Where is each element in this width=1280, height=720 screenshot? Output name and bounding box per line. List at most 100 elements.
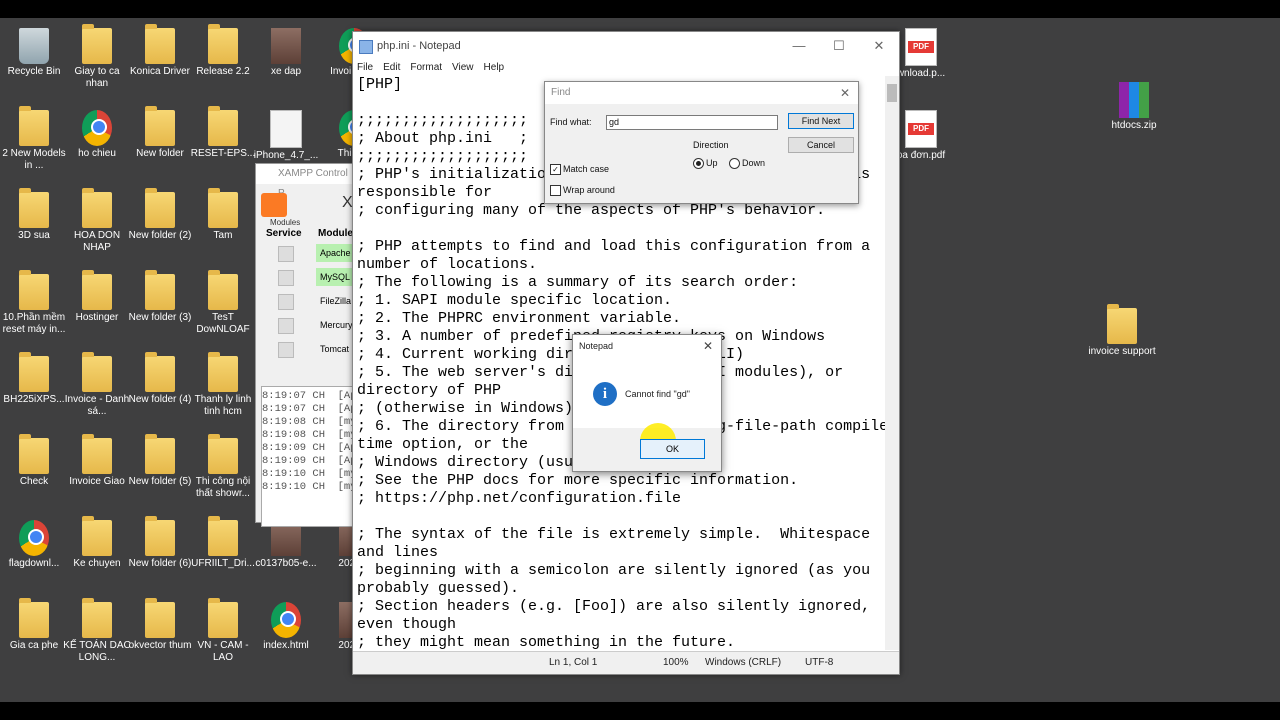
text-line: [357, 508, 889, 526]
menu-help[interactable]: Help: [484, 62, 505, 73]
desktop-icon[interactable]: c0137b05-e...: [252, 520, 320, 570]
desktop-icon[interactable]: 3D sua: [0, 188, 68, 242]
find-dialog[interactable]: Find ✕ Find what: gd Find Next Cancel Di…: [544, 81, 859, 204]
message-titlebar[interactable]: Notepad ✕: [573, 335, 721, 357]
desktop-icon-label: UFRIILT_Dri...: [191, 558, 255, 569]
desktop-icon[interactable]: BH225iXPS...: [0, 352, 68, 406]
service-header: Service: [266, 228, 302, 239]
text-line: ; beginning with a semicolon are silentl…: [357, 562, 871, 579]
desktop-icon[interactable]: invoice support: [1088, 304, 1156, 358]
desktop-icon[interactable]: iPhone_4.7_...: [252, 110, 320, 162]
service-checkbox[interactable]: [278, 318, 294, 334]
menu-edit[interactable]: Edit: [383, 62, 400, 73]
service-checkbox[interactable]: [278, 270, 294, 286]
desktop-icon[interactable]: index.html: [252, 602, 320, 652]
desktop-icon[interactable]: TesT DowNLOAF: [189, 270, 257, 336]
desktop-icon[interactable]: New folder: [126, 106, 194, 160]
modules-label: Modules: [270, 218, 301, 227]
folder-icon: [208, 434, 238, 474]
desktop-icon-label: Recycle Bin: [7, 66, 61, 77]
log-line: 8:19:09 CH [Apac: [262, 442, 370, 454]
folder-icon: [145, 598, 175, 638]
direction-label: Direction: [693, 140, 729, 150]
pic-icon: [271, 28, 301, 64]
ok-button[interactable]: OK: [640, 439, 705, 459]
folder-icon: [19, 106, 49, 146]
doc-icon: [270, 110, 302, 148]
scroll-thumb[interactable]: [887, 84, 897, 102]
menu-view[interactable]: View: [452, 62, 474, 73]
cancel-button[interactable]: Cancel: [788, 137, 854, 153]
desktop-icon[interactable]: ho chieu: [63, 110, 131, 160]
vertical-scrollbar[interactable]: [885, 76, 899, 650]
folder-icon: [208, 24, 238, 64]
desktop-icon[interactable]: HOA DON NHAP: [63, 188, 131, 254]
desktop-icon[interactable]: Thi công nội thất showr...: [189, 434, 257, 500]
desktop-icon[interactable]: Hostinger: [63, 270, 131, 324]
folder-icon: [208, 188, 238, 228]
match-case-checkbox[interactable]: ✓: [550, 164, 561, 175]
find-next-button[interactable]: Find Next: [788, 113, 854, 129]
desktop-icon[interactable]: 2 New Models in ...: [0, 106, 68, 172]
folder-icon: [82, 352, 112, 392]
maximize-button[interactable]: ☐: [819, 32, 859, 60]
desktop-icon-label: Check: [19, 476, 49, 487]
desktop-icon[interactable]: Check: [0, 434, 68, 488]
desktop-icon[interactable]: New folder (2): [126, 188, 194, 242]
desktop-icon[interactable]: 10.Phần mềm reset máy in...: [0, 270, 68, 336]
desktop-icon[interactable]: flagdownl...: [0, 520, 68, 570]
desktop-icon-label: New folder: [136, 148, 184, 159]
xampp-control-panel[interactable]: XAMPP Control P X Modules Service Module…: [255, 163, 370, 527]
desktop-icon-label: 2 New Models in ...: [2, 148, 66, 171]
folder-icon: [19, 598, 49, 638]
message-close-button[interactable]: ✕: [703, 335, 713, 357]
desktop-icon[interactable]: Tam: [189, 188, 257, 242]
desktop-icon[interactable]: Thanh ly linh tinh hcm: [189, 352, 257, 418]
desktop-icon[interactable]: Giay to ca nhan: [63, 24, 131, 90]
desktop-icon[interactable]: RESET-EPS...: [189, 106, 257, 160]
desktop-icon[interactable]: Recycle Bin: [0, 28, 68, 78]
service-checkbox[interactable]: [278, 246, 294, 262]
desktop-icon[interactable]: UFRIILT_Dri...: [189, 516, 257, 570]
desktop-icon[interactable]: New folder (6): [126, 516, 194, 570]
desktop-icon[interactable]: New folder (4): [126, 352, 194, 406]
desktop-icon[interactable]: Ke chuyen: [63, 516, 131, 570]
desktop-icon[interactable]: Gia ca phe: [0, 598, 68, 652]
desktop-icon-label: New folder (6): [128, 558, 192, 569]
find-close-button[interactable]: ✕: [840, 82, 850, 104]
desktop-icon[interactable]: htdocs.zip: [1100, 82, 1168, 132]
desktop-icon[interactable]: Invoice Giao: [63, 434, 131, 488]
desktop-icon[interactable]: VN - CAM - LAO: [189, 598, 257, 664]
desktop-icon[interactable]: Konica Driver: [126, 24, 194, 78]
desktop-icon[interactable]: okvector thum: [126, 598, 194, 652]
desktop-icon[interactable]: Release 2.2: [189, 24, 257, 78]
find-titlebar[interactable]: Find ✕: [545, 82, 858, 104]
text-line: number of locations.: [357, 256, 538, 273]
folder-icon: [82, 598, 112, 638]
service-checkbox[interactable]: [278, 342, 294, 358]
menu-format[interactable]: Format: [410, 62, 442, 73]
text-line: ; they might mean something in the futur…: [357, 634, 736, 650]
direction-down-radio[interactable]: [729, 158, 740, 169]
find-what-label: Find what:: [550, 117, 592, 127]
desktop-icon[interactable]: xe dap: [252, 28, 320, 78]
close-button[interactable]: ✕: [859, 32, 899, 60]
text-line: ; PHP attempts to find and load this con…: [357, 238, 871, 255]
desktop-icon-label: okvector thum: [128, 640, 192, 651]
notepad-title: php.ini - Notepad: [377, 40, 461, 52]
minimize-button[interactable]: —: [779, 32, 819, 60]
direction-up-radio[interactable]: [693, 158, 704, 169]
desktop-icon[interactable]: New folder (3): [126, 270, 194, 324]
status-bar: Ln 1, Col 1 100% Windows (CRLF) UTF-8: [353, 651, 899, 674]
xampp-title: XAMPP Control P: [256, 164, 356, 199]
desktop-icon[interactable]: New folder (5): [126, 434, 194, 488]
notepad-titlebar[interactable]: php.ini - Notepad — ☐ ✕: [353, 32, 899, 60]
wrap-around-checkbox[interactable]: [550, 185, 561, 196]
desktop-icon[interactable]: KẾ TOÁN DAC LONG...: [63, 598, 131, 664]
service-checkbox[interactable]: [278, 294, 294, 310]
desktop-icon-label: ho chieu: [78, 148, 116, 159]
status-position: Ln 1, Col 1: [549, 657, 598, 668]
desktop-icon[interactable]: Invoice - Danh sá...: [63, 352, 131, 418]
find-what-input[interactable]: gd: [606, 115, 778, 130]
menu-file[interactable]: File: [357, 62, 373, 73]
